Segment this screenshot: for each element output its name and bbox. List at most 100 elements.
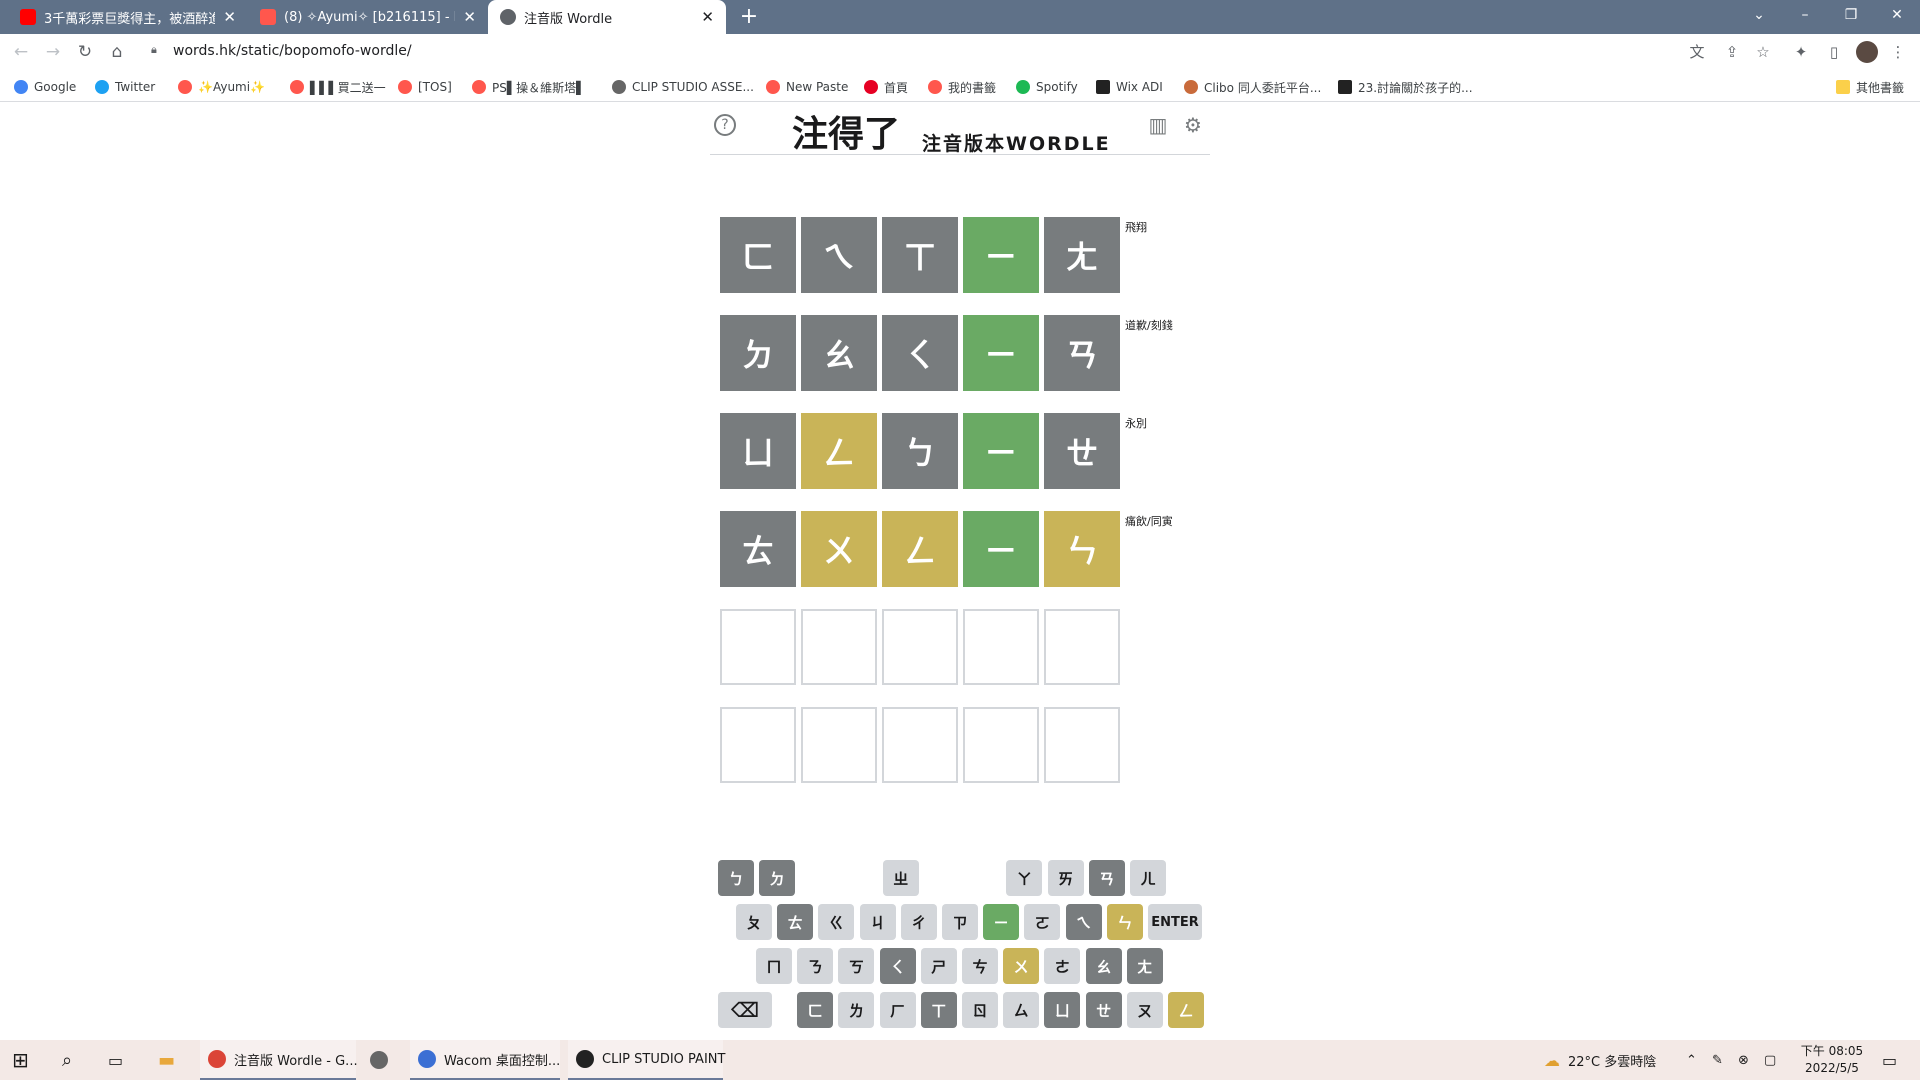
statistics-icon[interactable]: ▥ xyxy=(1146,113,1170,137)
bookmark-ps[interactable]: PS▌操＆維斯塔▌ xyxy=(472,78,585,96)
minimize-button[interactable]: – xyxy=(1782,0,1828,30)
keyboard-key[interactable]: ㄘ xyxy=(962,948,998,984)
keyboard-key[interactable]: ㄤ xyxy=(1126,948,1163,984)
tab-plurk[interactable]: (8) ✧Ayumi✧ [b216115] - Plurk ✕ xyxy=(248,0,488,34)
enter-key[interactable]: ENTER xyxy=(1148,904,1202,940)
tab-search-icon[interactable]: ⌄ xyxy=(1736,0,1782,30)
restore-button[interactable]: ❐ xyxy=(1828,0,1874,30)
address-bar[interactable]: 🔒︎ words.hk/static/bopomofo-wordle/ xyxy=(145,38,1785,66)
keyboard-key[interactable]: ㄠ xyxy=(1085,948,1122,984)
close-icon[interactable]: ✕ xyxy=(701,8,714,26)
keyboard-key[interactable]: ㄏ xyxy=(879,992,916,1028)
keyboard-key[interactable]: ㄣ xyxy=(1106,904,1143,940)
bookmark-google[interactable]: Google xyxy=(14,78,76,96)
keyboard-key[interactable]: ㄦ xyxy=(1130,860,1166,896)
close-icon[interactable]: ✕ xyxy=(223,8,236,26)
file-explorer-icon[interactable]: ▬ xyxy=(158,1040,175,1080)
keyboard-key[interactable]: ㄩ xyxy=(1044,992,1081,1028)
window-close-button[interactable]: ✕ xyxy=(1874,0,1920,30)
keyboard-key[interactable]: ㄊ xyxy=(777,904,814,940)
bookmark-buy[interactable]: ▌▌▌買二送一 xyxy=(290,78,386,96)
keyboard-key[interactable]: ㄒ xyxy=(920,992,957,1028)
keyboard-key[interactable]: ㄆ xyxy=(736,904,772,940)
search-icon[interactable]: ⌕ xyxy=(62,1040,72,1080)
new-tab-button[interactable]: + xyxy=(735,3,763,31)
keyboard-key[interactable]: ㄝ xyxy=(1085,992,1122,1028)
keyboard-key[interactable]: ㄌ xyxy=(838,992,875,1028)
bookmark-my-bookmarks[interactable]: 我的書籤 xyxy=(928,78,996,96)
tab-youtube[interactable]: 3千萬彩票巨獎得主，被酒醉進... ✕ xyxy=(8,0,248,34)
bookmark-spotify[interactable]: Spotify xyxy=(1016,78,1078,96)
bookmark-label: [TOS] xyxy=(418,80,452,94)
other-bookmarks[interactable]: 其他書籤 xyxy=(1836,78,1904,96)
backspace-key[interactable]: ⌫ xyxy=(718,992,772,1028)
keyboard-key[interactable]: ㄍ xyxy=(818,904,855,940)
bookmark-clip-studio[interactable]: CLIP STUDIO ASSE... xyxy=(612,78,754,96)
tray-network-icon[interactable]: ▢ xyxy=(1764,1040,1776,1080)
star-icon[interactable]: ☆ xyxy=(1753,42,1773,62)
letter-tile: ㄠ xyxy=(801,315,877,391)
keyboard-key[interactable]: ㄜ xyxy=(1044,948,1081,984)
bookmark-tos[interactable]: [TOS] xyxy=(398,78,452,96)
keyboard-key[interactable]: ㄡ xyxy=(1126,992,1163,1028)
keyboard-key[interactable]: ㄕ xyxy=(920,948,957,984)
bookmark-label: CLIP STUDIO ASSE... xyxy=(632,80,754,94)
pen-icon[interactable]: ✎ xyxy=(1712,1040,1723,1080)
bookmark-clibo[interactable]: Clibo 同人委託平台... xyxy=(1184,78,1321,96)
keyboard-key[interactable]: ㄈ xyxy=(797,992,834,1028)
keyboard-key[interactable]: ㄖ xyxy=(962,992,998,1028)
bookmark-twitter[interactable]: Twitter xyxy=(95,78,155,96)
extensions-icon[interactable]: ✦ xyxy=(1791,42,1811,62)
taskbar-app-unknown[interactable] xyxy=(370,1040,400,1080)
system-clock[interactable]: 下午 08:05 2022/5/5 xyxy=(1792,1043,1872,1077)
keyboard-key[interactable]: ㄐ xyxy=(859,904,896,940)
taskbar-clip-studio[interactable]: CLIP STUDIO PAINT xyxy=(568,1040,725,1080)
tray-chevron-icon[interactable]: ⌃ xyxy=(1686,1040,1697,1080)
help-icon[interactable]: ? xyxy=(714,114,736,136)
keyboard-key[interactable]: ㄥ xyxy=(1168,992,1204,1028)
keyboard-key[interactable]: ㄙ xyxy=(1003,992,1040,1028)
home-button[interactable]: ⌂ xyxy=(104,39,130,65)
bookmark-ayumi[interactable]: ✨Ayumi✨ xyxy=(178,78,265,96)
keyboard-key[interactable]: ㄋ xyxy=(797,948,834,984)
task-view-icon[interactable]: ▭ xyxy=(108,1040,123,1080)
keyboard-key[interactable]: ㄉ xyxy=(759,860,796,896)
keyboard-key[interactable]: ㄧ xyxy=(983,904,1020,940)
keyboard-key[interactable]: ㄅ xyxy=(718,860,754,896)
side-panel-icon[interactable]: ▯ xyxy=(1824,42,1844,62)
translate-icon[interactable]: 文 xyxy=(1687,42,1707,62)
bookmark-new-paste[interactable]: New Paste xyxy=(766,78,848,96)
keyboard-key[interactable]: ㄛ xyxy=(1024,904,1061,940)
bookmark-discussion[interactable]: 23.討論關於孩子的... xyxy=(1338,78,1473,96)
keyboard-key[interactable]: ㄔ xyxy=(900,904,937,940)
keyboard-key[interactable]: ㄎ xyxy=(838,948,875,984)
tab-wordle[interactable]: 注音版 Wordle ✕ xyxy=(488,0,726,34)
menu-icon[interactable]: ⋮ xyxy=(1888,42,1908,62)
profile-avatar[interactable] xyxy=(1856,41,1878,63)
start-button[interactable]: ⊞ xyxy=(12,1040,29,1080)
bookmark-pinterest[interactable]: 首頁 xyxy=(864,78,908,96)
keyboard-key[interactable]: ㄑ xyxy=(879,948,916,984)
letter-tile xyxy=(720,707,796,783)
bookmark-wix[interactable]: Wix ADI xyxy=(1096,78,1163,96)
tray-status-icon[interactable]: ⊗ xyxy=(1738,1040,1749,1080)
keyboard-key[interactable]: ㄗ xyxy=(942,904,978,940)
keyboard-key[interactable]: ㄟ xyxy=(1065,904,1102,940)
keyboard-key[interactable]: ㄞ xyxy=(1047,860,1084,896)
settings-icon[interactable]: ⚙ xyxy=(1181,113,1205,137)
reload-button[interactable]: ↻ xyxy=(72,39,98,65)
taskbar-chrome[interactable]: 注音版 Wordle - G... xyxy=(200,1040,358,1080)
url-text[interactable]: words.hk/static/bopomofo-wordle/ xyxy=(173,43,412,59)
close-icon[interactable]: ✕ xyxy=(463,8,476,26)
forward-button[interactable]: → xyxy=(40,39,66,65)
keyboard-key[interactable]: ㄢ xyxy=(1088,860,1125,896)
keyboard-key[interactable]: ㄓ xyxy=(882,860,919,896)
keyboard-key[interactable]: ㄨ xyxy=(1003,948,1040,984)
keyboard-key[interactable]: ㄚ xyxy=(1006,860,1043,896)
notifications-icon[interactable]: ▭ xyxy=(1882,1040,1897,1080)
taskbar-wacom[interactable]: Wacom 桌面控制... xyxy=(410,1040,560,1080)
back-button[interactable]: ← xyxy=(8,39,34,65)
weather-widget[interactable]: ☁ 22°C 多雲時陰 xyxy=(1544,1040,1656,1080)
keyboard-key[interactable]: ㄇ xyxy=(756,948,792,984)
share-icon[interactable]: ⇪ xyxy=(1722,42,1742,62)
